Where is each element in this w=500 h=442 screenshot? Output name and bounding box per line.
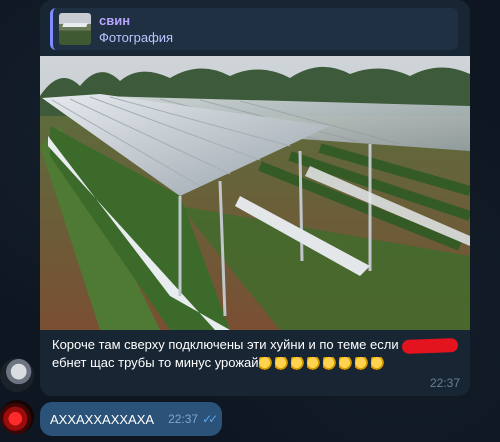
person-with-cane-emoji-icon xyxy=(370,356,385,371)
outgoing-message-bubble[interactable]: АХХАХХАХХАХА 22:37 ✓✓ xyxy=(40,402,222,436)
person-with-cane-emoji-icon xyxy=(322,356,337,371)
outgoing-message-text: АХХАХХАХХАХА xyxy=(50,411,155,427)
person-with-cane-emoji-icon xyxy=(290,356,305,371)
message-text-line2: ебнет щас трубы то минус урожай xyxy=(52,355,259,370)
person-with-cane-emoji-icon xyxy=(258,356,273,371)
message-time: 22:37 xyxy=(429,376,460,390)
greenhouse-photo xyxy=(40,56,470,330)
sender-avatar[interactable] xyxy=(0,358,34,392)
reply-author: свин xyxy=(99,12,131,28)
double-check-icon: ✓✓ xyxy=(202,412,218,426)
person-with-cane-emoji-icon xyxy=(338,356,353,371)
person-with-cane-emoji-icon xyxy=(306,356,321,371)
person-with-cane-emoji-icon xyxy=(354,356,369,371)
outgoing-message-time: 22:37 xyxy=(168,412,199,426)
message-photo[interactable] xyxy=(40,56,470,330)
message-text-line1: Короче там сверху подключены эти хуйни и… xyxy=(52,337,399,352)
redaction-mark xyxy=(402,337,459,354)
incoming-message-bubble[interactable]: свин Фотография Короче там сверху подклю… xyxy=(40,0,470,396)
reply-sender-avatar[interactable] xyxy=(0,400,34,434)
reply-media-type: Фотография xyxy=(99,29,174,45)
emoji-row xyxy=(258,356,385,371)
reply-thumbnail xyxy=(59,13,91,45)
message-text: Короче там сверху подключены эти хуйни и… xyxy=(52,336,462,372)
person-with-cane-emoji-icon xyxy=(274,356,289,371)
reply-preview[interactable]: свин Фотография xyxy=(50,8,458,50)
